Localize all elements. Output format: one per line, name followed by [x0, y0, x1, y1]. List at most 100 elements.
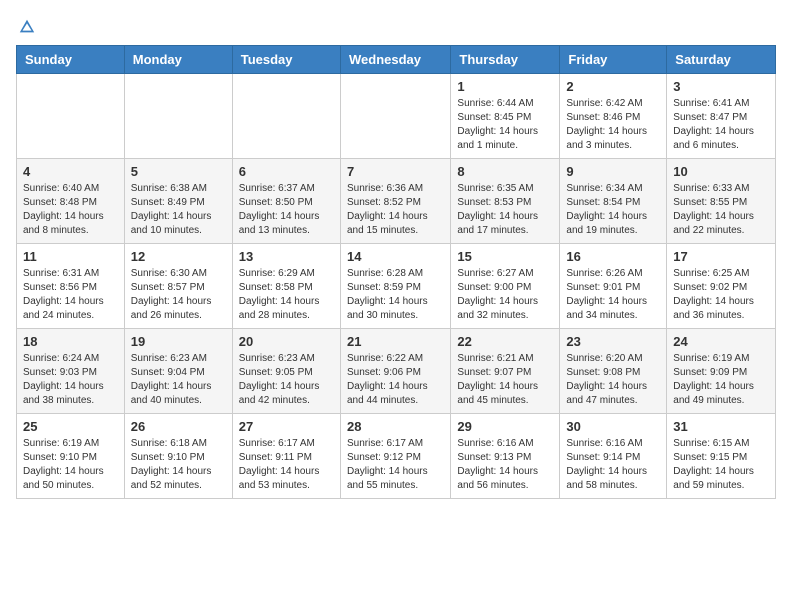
day-content: Sunrise: 6:23 AM Sunset: 9:05 PM Dayligh…: [239, 352, 334, 408]
day-number: 3: [673, 79, 769, 94]
day-content: Sunrise: 6:19 AM Sunset: 9:09 PM Dayligh…: [673, 352, 769, 408]
day-content: Sunrise: 6:30 AM Sunset: 8:57 PM Dayligh…: [131, 267, 226, 323]
day-content: Sunrise: 6:22 AM Sunset: 9:06 PM Dayligh…: [347, 352, 444, 408]
day-content: Sunrise: 6:25 AM Sunset: 9:02 PM Dayligh…: [673, 267, 769, 323]
calendar-cell: [124, 74, 232, 159]
calendar-cell: 8 Sunrise: 6:35 AM Sunset: 8:53 PM Daylig…: [451, 159, 560, 244]
day-content: Sunrise: 6:42 AM Sunset: 8:46 PM Dayligh…: [566, 97, 660, 153]
day-content: Sunrise: 6:24 AM Sunset: 9:03 PM Dayligh…: [23, 352, 118, 408]
calendar-cell: 25 Sunrise: 6:19 AM Sunset: 9:10 PM Dayli…: [17, 414, 125, 499]
day-number: 18: [23, 334, 118, 349]
day-content: Sunrise: 6:36 AM Sunset: 8:52 PM Dayligh…: [347, 182, 444, 238]
day-number: 4: [23, 164, 118, 179]
calendar-cell: 20 Sunrise: 6:23 AM Sunset: 9:05 PM Dayli…: [232, 329, 340, 414]
day-number: 25: [23, 419, 118, 434]
calendar-cell: 29 Sunrise: 6:16 AM Sunset: 9:13 PM Dayli…: [451, 414, 560, 499]
week-row-2: 11Sunrise: 6:31 AM Sunset: 8:56 PM Dayli…: [17, 244, 776, 329]
calendar-cell: 16Sunrise: 6:26 AM Sunset: 9:01 PM Dayli…: [560, 244, 667, 329]
calendar-cell: 1 Sunrise: 6:44 AM Sunset: 8:45 PM Daylig…: [451, 74, 560, 159]
header-day-tuesday: Tuesday: [232, 46, 340, 74]
week-row-4: 25 Sunrise: 6:19 AM Sunset: 9:10 PM Dayli…: [17, 414, 776, 499]
calendar-cell: 31 Sunrise: 6:15 AM Sunset: 9:15 PM Dayli…: [667, 414, 776, 499]
day-number: 7: [347, 164, 444, 179]
day-number: 22: [457, 334, 553, 349]
day-content: Sunrise: 6:27 AM Sunset: 9:00 PM Dayligh…: [457, 267, 553, 323]
day-content: Sunrise: 6:16 AM Sunset: 9:14 PM Dayligh…: [566, 437, 660, 493]
calendar-cell: 19 Sunrise: 6:23 AM Sunset: 9:04 PM Dayli…: [124, 329, 232, 414]
calendar-cell: 2 Sunrise: 6:42 AM Sunset: 8:46 PM Daylig…: [560, 74, 667, 159]
calendar-cell: 13Sunrise: 6:29 AM Sunset: 8:58 PM Dayli…: [232, 244, 340, 329]
day-number: 17: [673, 249, 769, 264]
day-number: 1: [457, 79, 553, 94]
header-row: SundayMondayTuesdayWednesdayThursdayFrid…: [17, 46, 776, 74]
day-content: Sunrise: 6:41 AM Sunset: 8:47 PM Dayligh…: [673, 97, 769, 153]
calendar-header: SundayMondayTuesdayWednesdayThursdayFrid…: [17, 46, 776, 74]
header-day-thursday: Thursday: [451, 46, 560, 74]
day-number: 14: [347, 249, 444, 264]
calendar-cell: 5Sunrise: 6:38 AM Sunset: 8:49 PM Daylig…: [124, 159, 232, 244]
day-number: 31: [673, 419, 769, 434]
day-content: Sunrise: 6:21 AM Sunset: 9:07 PM Dayligh…: [457, 352, 553, 408]
calendar-cell: [17, 74, 125, 159]
calendar-cell: 23Sunrise: 6:20 AM Sunset: 9:08 PM Dayli…: [560, 329, 667, 414]
day-content: Sunrise: 6:19 AM Sunset: 9:10 PM Dayligh…: [23, 437, 118, 493]
day-number: 2: [566, 79, 660, 94]
header-day-saturday: Saturday: [667, 46, 776, 74]
calendar-cell: 27Sunrise: 6:17 AM Sunset: 9:11 PM Dayli…: [232, 414, 340, 499]
week-row-1: 4 Sunrise: 6:40 AM Sunset: 8:48 PM Daylig…: [17, 159, 776, 244]
day-number: 24: [673, 334, 769, 349]
day-content: Sunrise: 6:18 AM Sunset: 9:10 PM Dayligh…: [131, 437, 226, 493]
day-number: 26: [131, 419, 226, 434]
day-content: Sunrise: 6:17 AM Sunset: 9:12 PM Dayligh…: [347, 437, 444, 493]
day-content: Sunrise: 6:35 AM Sunset: 8:53 PM Dayligh…: [457, 182, 553, 238]
calendar-cell: 12Sunrise: 6:30 AM Sunset: 8:57 PM Dayli…: [124, 244, 232, 329]
logo: [16, 16, 36, 37]
day-content: Sunrise: 6:40 AM Sunset: 8:48 PM Dayligh…: [23, 182, 118, 238]
calendar-cell: 18 Sunrise: 6:24 AM Sunset: 9:03 PM Dayli…: [17, 329, 125, 414]
logo-icon: [18, 18, 36, 36]
calendar-cell: 4 Sunrise: 6:40 AM Sunset: 8:48 PM Daylig…: [17, 159, 125, 244]
day-content: Sunrise: 6:44 AM Sunset: 8:45 PM Dayligh…: [457, 97, 553, 153]
day-content: Sunrise: 6:33 AM Sunset: 8:55 PM Dayligh…: [673, 182, 769, 238]
day-content: Sunrise: 6:34 AM Sunset: 8:54 PM Dayligh…: [566, 182, 660, 238]
day-number: 8: [457, 164, 553, 179]
calendar-cell: 17 Sunrise: 6:25 AM Sunset: 9:02 PM Dayli…: [667, 244, 776, 329]
calendar-cell: 14 Sunrise: 6:28 AM Sunset: 8:59 PM Dayli…: [340, 244, 450, 329]
calendar-cell: 30 Sunrise: 6:16 AM Sunset: 9:14 PM Dayli…: [560, 414, 667, 499]
calendar-table: SundayMondayTuesdayWednesdayThursdayFrid…: [16, 45, 776, 499]
day-number: 29: [457, 419, 553, 434]
week-row-3: 18 Sunrise: 6:24 AM Sunset: 9:03 PM Dayli…: [17, 329, 776, 414]
week-row-0: 1 Sunrise: 6:44 AM Sunset: 8:45 PM Daylig…: [17, 74, 776, 159]
calendar-cell: 24 Sunrise: 6:19 AM Sunset: 9:09 PM Dayli…: [667, 329, 776, 414]
day-content: Sunrise: 6:16 AM Sunset: 9:13 PM Dayligh…: [457, 437, 553, 493]
day-number: 28: [347, 419, 444, 434]
day-number: 19: [131, 334, 226, 349]
day-number: 13: [239, 249, 334, 264]
calendar-cell: [340, 74, 450, 159]
calendar-cell: 3 Sunrise: 6:41 AM Sunset: 8:47 PM Daylig…: [667, 74, 776, 159]
day-content: Sunrise: 6:23 AM Sunset: 9:04 PM Dayligh…: [131, 352, 226, 408]
calendar-cell: [232, 74, 340, 159]
page-header: [16, 16, 776, 37]
day-content: Sunrise: 6:37 AM Sunset: 8:50 PM Dayligh…: [239, 182, 334, 238]
calendar-cell: 15Sunrise: 6:27 AM Sunset: 9:00 PM Dayli…: [451, 244, 560, 329]
header-day-sunday: Sunday: [17, 46, 125, 74]
calendar-cell: 10 Sunrise: 6:33 AM Sunset: 8:55 PM Dayli…: [667, 159, 776, 244]
day-content: Sunrise: 6:28 AM Sunset: 8:59 PM Dayligh…: [347, 267, 444, 323]
calendar-cell: 9Sunrise: 6:34 AM Sunset: 8:54 PM Daylig…: [560, 159, 667, 244]
calendar-cell: 6 Sunrise: 6:37 AM Sunset: 8:50 PM Daylig…: [232, 159, 340, 244]
day-number: 30: [566, 419, 660, 434]
day-content: Sunrise: 6:31 AM Sunset: 8:56 PM Dayligh…: [23, 267, 118, 323]
day-number: 5: [131, 164, 226, 179]
day-number: 6: [239, 164, 334, 179]
header-day-wednesday: Wednesday: [340, 46, 450, 74]
day-number: 10: [673, 164, 769, 179]
day-content: Sunrise: 6:20 AM Sunset: 9:08 PM Dayligh…: [566, 352, 660, 408]
day-number: 21: [347, 334, 444, 349]
day-number: 20: [239, 334, 334, 349]
calendar-cell: 22 Sunrise: 6:21 AM Sunset: 9:07 PM Dayli…: [451, 329, 560, 414]
day-content: Sunrise: 6:17 AM Sunset: 9:11 PM Dayligh…: [239, 437, 334, 493]
day-content: Sunrise: 6:15 AM Sunset: 9:15 PM Dayligh…: [673, 437, 769, 493]
day-content: Sunrise: 6:26 AM Sunset: 9:01 PM Dayligh…: [566, 267, 660, 323]
calendar-cell: 21 Sunrise: 6:22 AM Sunset: 9:06 PM Dayli…: [340, 329, 450, 414]
